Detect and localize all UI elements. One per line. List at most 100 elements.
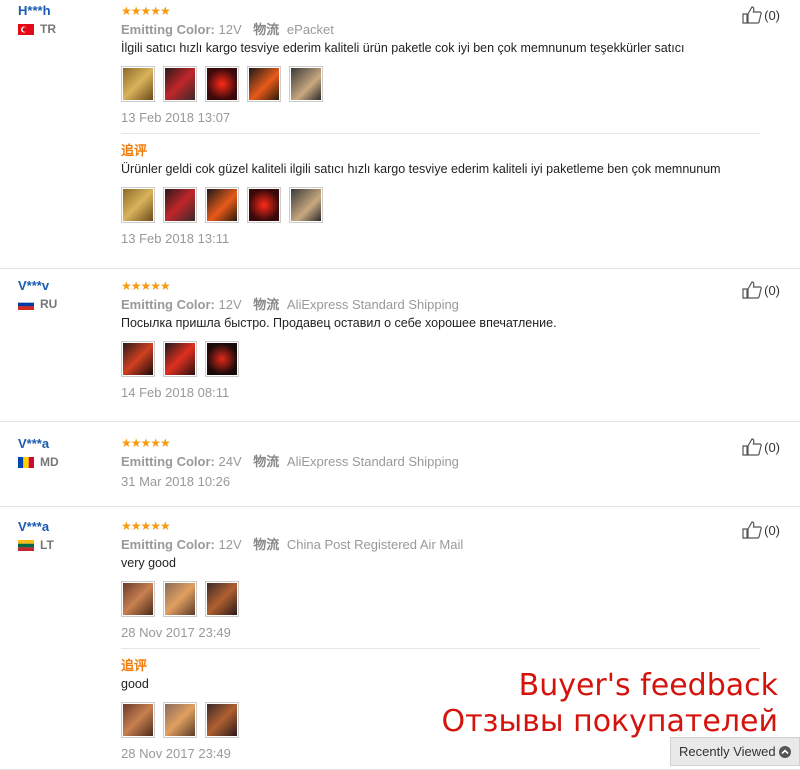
review-photo[interactable] [247, 66, 281, 102]
photo-list [121, 341, 760, 377]
review-attributes: Emitting Color: 24V 物流 AliExpress Standa… [121, 453, 760, 470]
color-value: 12V [218, 297, 242, 312]
star-rating: ★★★★★ [121, 4, 171, 18]
review-date: 13 Feb 2018 13:07 [121, 110, 231, 125]
review-photo[interactable] [205, 581, 239, 617]
thumbs-up-icon [742, 281, 762, 299]
helpful-button[interactable]: (0) [742, 438, 780, 456]
reviewer-name[interactable]: V***a [18, 519, 108, 534]
review-photo[interactable] [121, 341, 155, 377]
review-photo[interactable] [205, 341, 239, 377]
helpful-count: (0) [764, 439, 780, 455]
review-attributes: Emitting Color: 12V 物流 ePacket [121, 21, 760, 38]
country-code: LT [40, 538, 54, 552]
country-code: TR [40, 22, 56, 36]
flag-ru-icon [18, 298, 34, 310]
review-photo[interactable] [121, 581, 155, 617]
photo-list [121, 66, 760, 102]
thumbs-up-icon [742, 6, 762, 24]
country: RU [18, 297, 108, 311]
color-label: Emitting Color: [121, 454, 215, 469]
star-rating: ★★★★★ [121, 279, 171, 293]
country: LT [18, 538, 108, 552]
review-text: İlgili satıcı hızlı kargo tesviye ederim… [121, 41, 685, 55]
photo-list [121, 187, 760, 223]
color-label: Emitting Color: [121, 537, 215, 552]
review-photo[interactable] [205, 702, 239, 738]
flag-md-icon [18, 456, 34, 468]
review-photo[interactable] [121, 702, 155, 738]
additional-feedback-label: 追评 [121, 143, 148, 158]
review-photo[interactable] [247, 187, 281, 223]
shipping-method: ePacket [286, 22, 334, 37]
review-photo[interactable] [121, 187, 155, 223]
color-value: 12V [218, 22, 242, 37]
promo-overlay: Buyer's feedback Отзывы покупателей [441, 668, 778, 740]
star-rating: ★★★★★ [121, 519, 171, 533]
flag-lt-icon [18, 539, 34, 551]
shipping-method: AliExpress Standard Shipping [286, 297, 459, 312]
review-body: ★★★★★ Emitting Color: 24V 物流 AliExpress … [121, 426, 760, 497]
review-date: 31 Mar 2018 10:26 [121, 474, 231, 489]
logistics-label: 物流 [253, 454, 280, 469]
overlay-line-russian: Отзывы покупателей [441, 704, 778, 739]
reviewer-info: V***a MD [18, 436, 108, 469]
review-photo[interactable] [163, 581, 197, 617]
overlay-line-english: Buyer's feedback [518, 668, 778, 703]
reviewer-info: V***a LT [18, 519, 108, 552]
review-attributes: Emitting Color: 12V 物流 China Post Regist… [121, 536, 760, 553]
review-date: 28 Nov 2017 23:49 [121, 625, 231, 640]
review-photo[interactable] [289, 66, 323, 102]
additional-feedback: 追评 Ürünler geldi cok güzel kaliteli ilgi… [121, 133, 760, 254]
color-value: 24V [218, 454, 242, 469]
review-text: very good [121, 556, 176, 570]
review-photo[interactable] [163, 702, 197, 738]
review-text: Ürünler geldi cok güzel kaliteli ilgili … [121, 162, 721, 176]
thumbs-up-icon [742, 438, 762, 456]
helpful-button[interactable]: (0) [742, 521, 780, 539]
recently-viewed-label: Recently Viewed [679, 744, 776, 759]
color-label: Emitting Color: [121, 22, 215, 37]
reviewer-name[interactable]: V***v [18, 278, 108, 293]
review-body: ★★★★★ Emitting Color: 12V 物流 ePacket İlg… [121, 0, 760, 133]
reviewer-name[interactable]: V***a [18, 436, 108, 451]
reviewer-name[interactable]: H***h [18, 3, 108, 18]
recently-viewed-button[interactable]: Recently Viewed [670, 737, 800, 766]
review-photo[interactable] [163, 66, 197, 102]
review-photo[interactable] [289, 187, 323, 223]
logistics-label: 物流 [253, 537, 280, 552]
review-body: ★★★★★ Emitting Color: 12V 物流 AliExpress … [121, 275, 760, 408]
thumbs-up-icon [742, 521, 762, 539]
review-date: 13 Feb 2018 13:11 [121, 231, 230, 246]
review-photo[interactable] [205, 66, 239, 102]
review-photo[interactable] [163, 187, 197, 223]
shipping-method: China Post Registered Air Mail [286, 537, 464, 552]
review: V***a MD (0) ★★★★★ Emitting Color: 24V 物… [0, 426, 800, 507]
helpful-button[interactable]: (0) [742, 6, 780, 24]
helpful-count: (0) [764, 7, 780, 23]
review-photo[interactable] [163, 341, 197, 377]
reviewer-info: V***v RU [18, 278, 108, 311]
star-rating: ★★★★★ [121, 436, 171, 450]
logistics-label: 物流 [253, 297, 280, 312]
country: MD [18, 455, 108, 469]
chevron-up-icon [779, 745, 791, 758]
country: TR [18, 22, 108, 36]
color-label: Emitting Color: [121, 297, 215, 312]
review-text: Посылка пришла быстро. Продавец оставил … [121, 316, 557, 330]
color-value: 12V [218, 537, 242, 552]
flag-tr-icon [18, 23, 34, 35]
review-photo[interactable] [205, 187, 239, 223]
photo-list [121, 581, 760, 617]
review: H***h TR (0) ★★★★★ Emitting Color: 12V 物… [0, 0, 800, 269]
helpful-count: (0) [764, 522, 780, 538]
review-body: ★★★★★ Emitting Color: 12V 物流 China Post … [121, 507, 760, 648]
review: V***v RU (0) ★★★★★ Emitting Color: 12V 物… [0, 275, 800, 422]
country-code: RU [40, 297, 58, 311]
helpful-button[interactable]: (0) [742, 281, 780, 299]
review-attributes: Emitting Color: 12V 物流 AliExpress Standa… [121, 296, 760, 313]
reviewer-info: H***h TR [18, 3, 108, 36]
review-photo[interactable] [121, 66, 155, 102]
country-code: MD [40, 455, 59, 469]
shipping-method: AliExpress Standard Shipping [286, 454, 459, 469]
